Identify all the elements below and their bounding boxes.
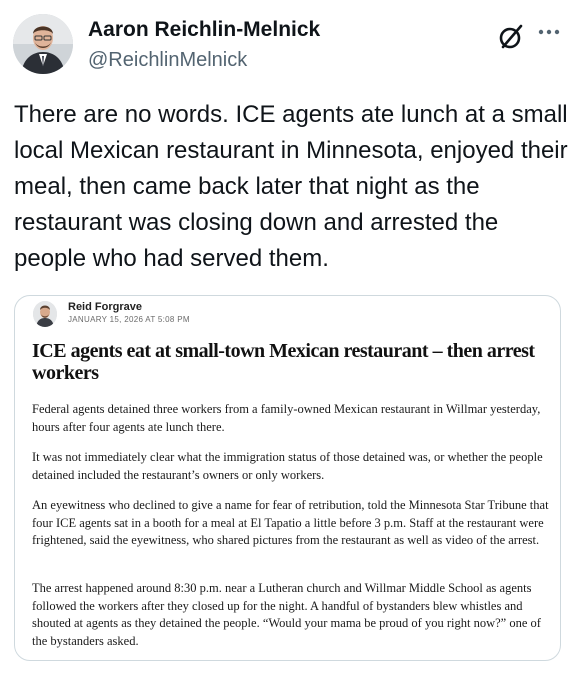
more-options-icon[interactable] [533,21,565,43]
article-paragraph: The arrest happened around 8:30 p.m. nea… [32,581,541,648]
reporter-avatar [33,301,57,327]
post-text: There are no words. ICE agents ate lunch… [14,101,568,272]
post: Aaron Reichlin-Melnick @ReichlinMelnick … [0,0,578,675]
article-paragraph: Federal agents detained three workers fr… [32,402,541,434]
article-screenshot[interactable]: Reid Forgrave JANUARY 15, 2026 AT 5:08 P… [14,295,561,661]
article-paragraph: An eyewitness who declined to give a nam… [32,498,549,547]
article-headline: ICE agents eat at small-town Mexican res… [32,340,535,384]
article-date: JANUARY 15, 2026 AT 5:08 PM [68,315,190,324]
author-photo [13,14,73,74]
reporter-name: Reid Forgrave [68,301,142,313]
grok-icon[interactable] [497,23,525,51]
author-avatar[interactable] [13,14,73,74]
author-name[interactable]: Aaron Reichlin-Melnick [88,18,320,42]
author-handle[interactable]: @ReichlinMelnick [88,49,247,72]
article-paragraph: It was not immediately clear what the im… [32,450,543,482]
